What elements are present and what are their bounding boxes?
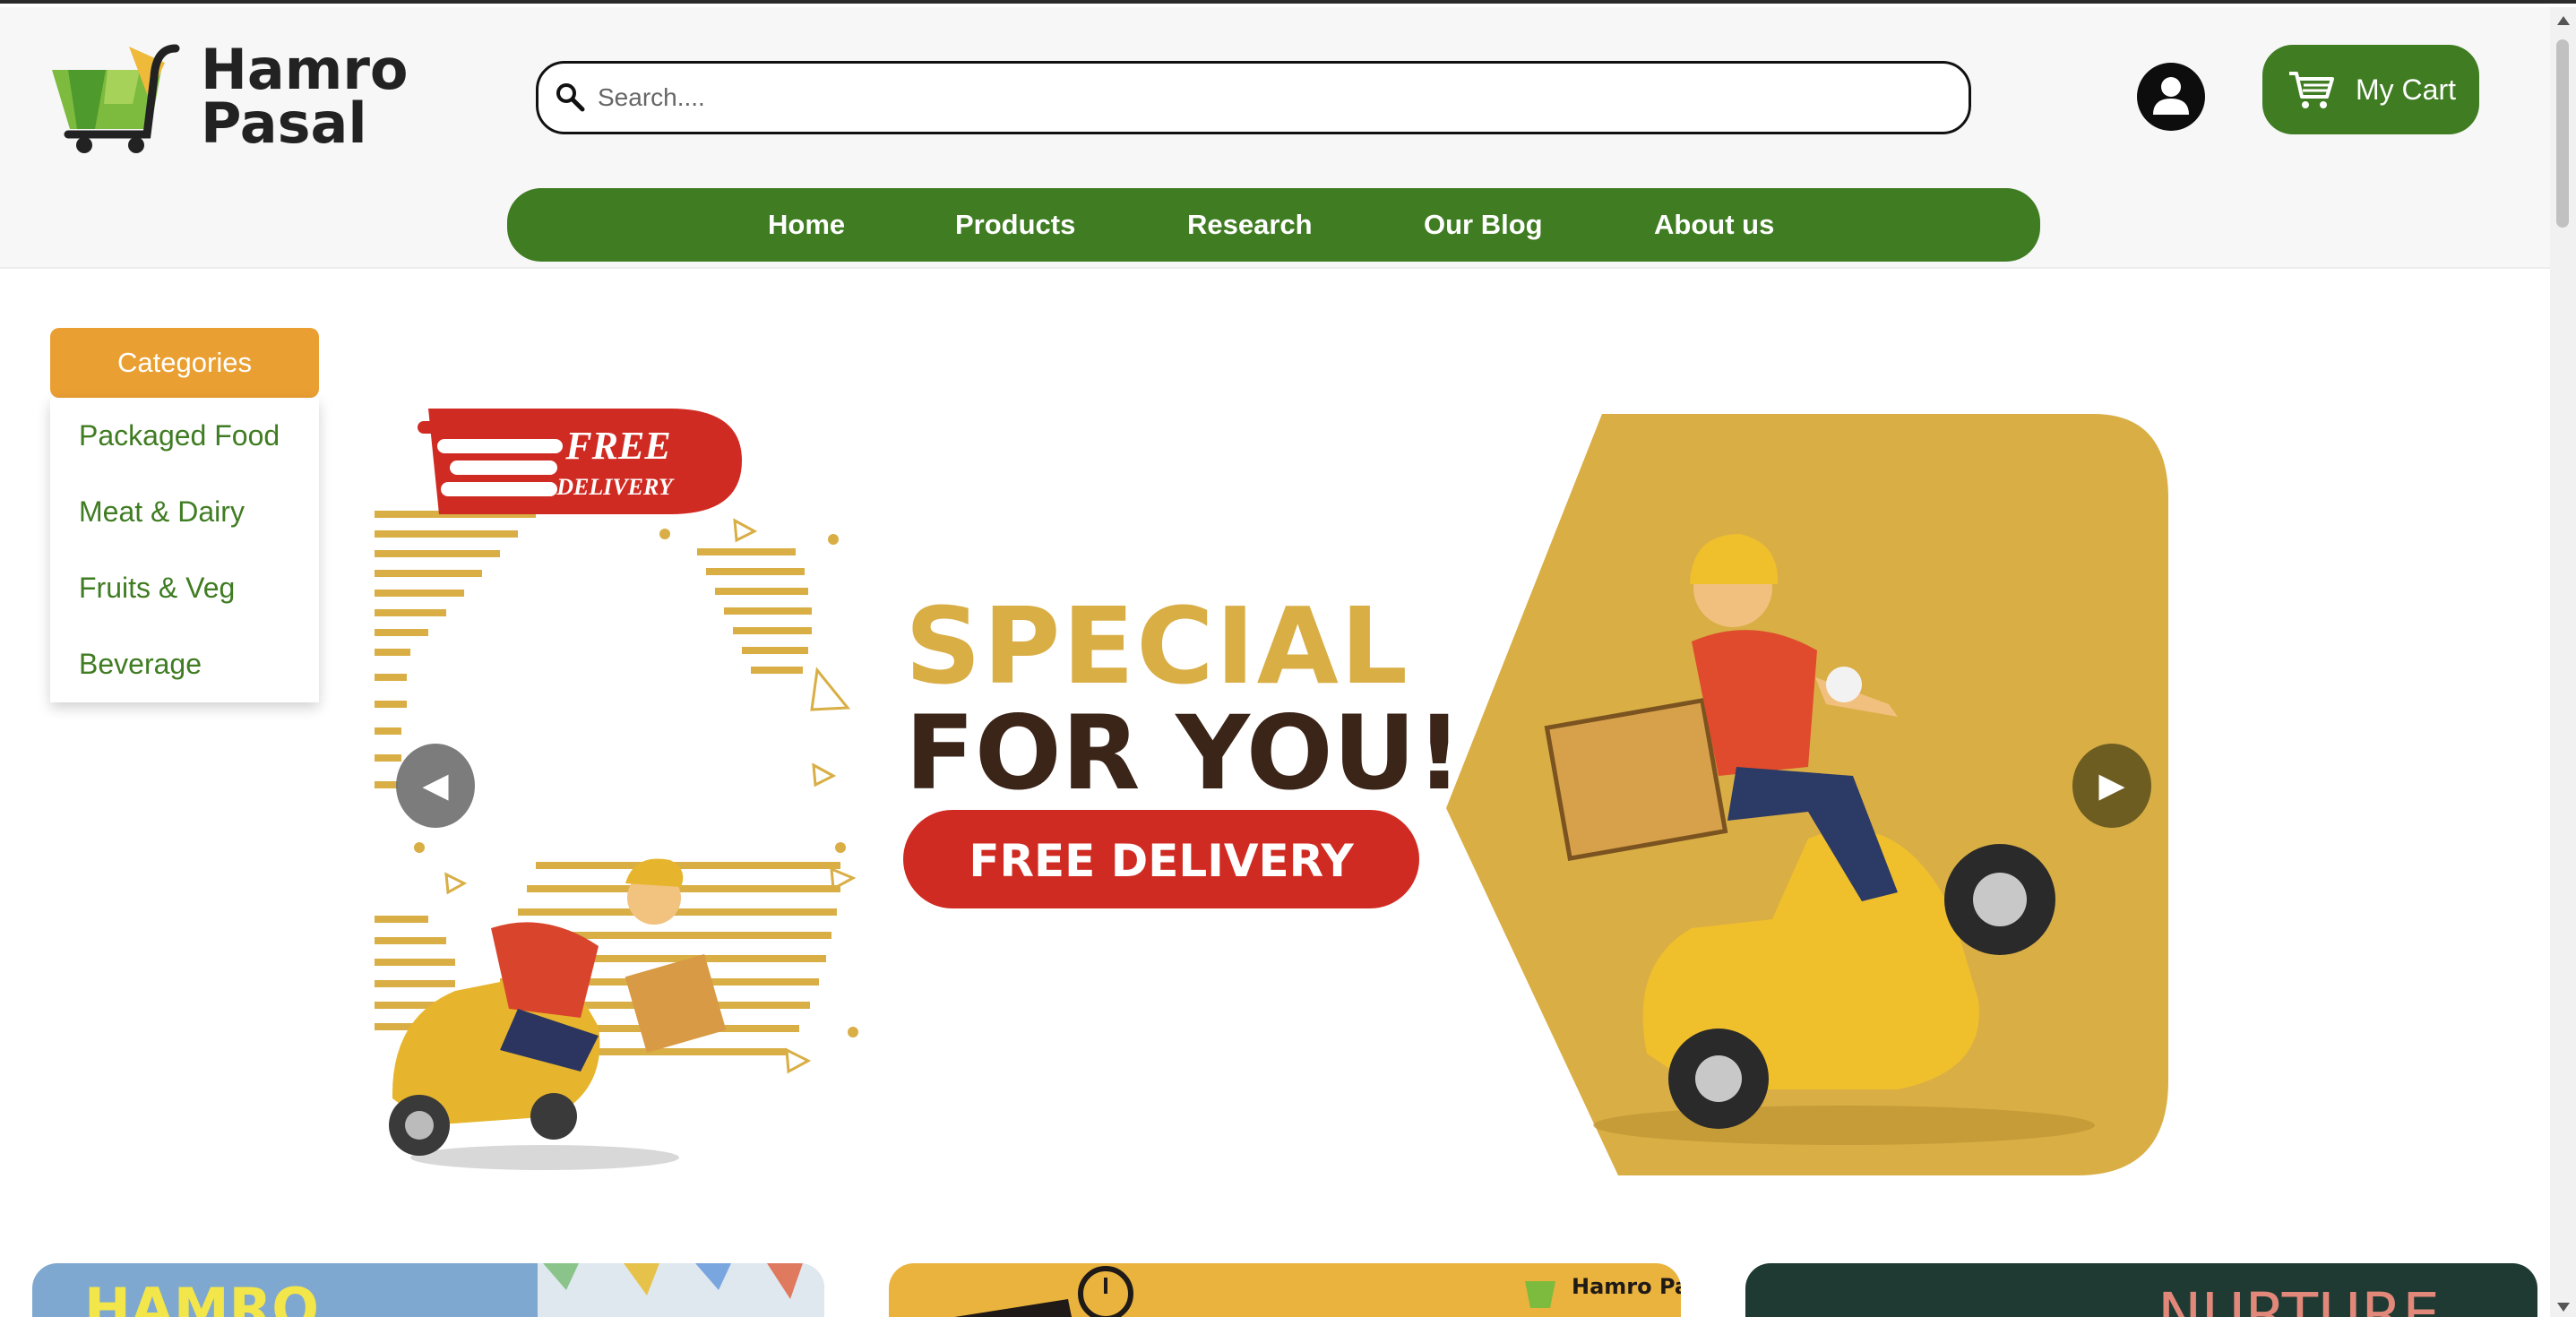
search-input[interactable] xyxy=(598,71,1969,125)
carousel-prev-button[interactable]: ◀ xyxy=(396,744,475,828)
cart-label: My Cart xyxy=(2356,73,2456,106)
arrow-right-icon: ▶ xyxy=(2098,767,2125,805)
search-bar xyxy=(536,61,1971,134)
nav-home[interactable]: Home xyxy=(768,188,845,262)
cart-logo-icon xyxy=(52,44,180,153)
promo-banner[interactable]: FREE DELIVERY SPECIAL FOR YOU! FREE DELI… xyxy=(375,409,2168,1175)
categories-menu: Packaged Food Meat & Dairy Fruits & Veg … xyxy=(50,398,319,702)
headline-special: SPECIAL xyxy=(905,584,1409,708)
search-icon[interactable] xyxy=(551,77,592,118)
category-fruits-veg[interactable]: Fruits & Veg xyxy=(79,572,235,605)
promo-card-2-text: Hamro Pasal xyxy=(1572,1274,1681,1299)
promo-card-1[interactable]: HAMRO xyxy=(32,1263,824,1317)
nav-our-blog[interactable]: Our Blog xyxy=(1424,188,1543,262)
carousel-next-button[interactable]: ▶ xyxy=(2072,744,2151,828)
arrow-left-icon: ◀ xyxy=(422,767,449,805)
promo-card-1-image: HAMRO xyxy=(32,1263,824,1317)
promo-card-1-text: HAMRO xyxy=(84,1276,319,1317)
user-icon[interactable] xyxy=(2137,63,2205,131)
scroll-down-icon[interactable] xyxy=(2557,1303,2570,1312)
promo-card-2-image: Hamro Pasal xyxy=(889,1263,1681,1317)
site-header: Hamro Pasal My Cart Home Products Resear… xyxy=(0,7,2550,269)
categories-button[interactable]: Categories xyxy=(50,328,319,398)
category-meat-dairy[interactable]: Meat & Dairy xyxy=(79,495,245,529)
headline-for-you: FOR YOU! xyxy=(905,693,1462,813)
brand-name-line2: Pasal xyxy=(201,90,367,156)
page-scrollbar[interactable] xyxy=(2550,7,2576,1317)
nav-products[interactable]: Products xyxy=(955,188,1075,262)
free-delivery-tag: FREE DELIVERY xyxy=(418,409,742,514)
promo-card-2[interactable]: Hamro Pasal xyxy=(889,1263,1681,1317)
tag-line2: DELIVERY xyxy=(556,474,675,500)
free-delivery-cta: FREE DELIVERY xyxy=(969,835,1354,887)
main-nav: Home Products Research Our Blog About us xyxy=(507,188,2040,262)
tag-line1: FREE xyxy=(564,424,670,468)
nav-about-us[interactable]: About us xyxy=(1654,188,1774,262)
cart-icon xyxy=(2289,72,2334,108)
scroll-thumb[interactable] xyxy=(2556,39,2569,228)
brand-logo[interactable]: Hamro Pasal xyxy=(50,41,409,154)
brand-name: Hamro Pasal xyxy=(201,37,409,156)
scroll-up-icon[interactable] xyxy=(2557,16,2570,25)
category-packaged-food[interactable]: Packaged Food xyxy=(79,419,280,452)
promo-card-3-image: NURTURE xyxy=(1745,1263,2537,1317)
brand-name-line1: Hamro xyxy=(201,37,409,102)
promo-card-3[interactable]: NURTURE xyxy=(1745,1263,2537,1317)
my-cart-button[interactable]: My Cart xyxy=(2262,45,2479,134)
nav-research[interactable]: Research xyxy=(1187,188,1313,262)
category-beverage[interactable]: Beverage xyxy=(79,648,202,681)
promo-card-3-text: NURTURE xyxy=(2158,1280,2440,1317)
